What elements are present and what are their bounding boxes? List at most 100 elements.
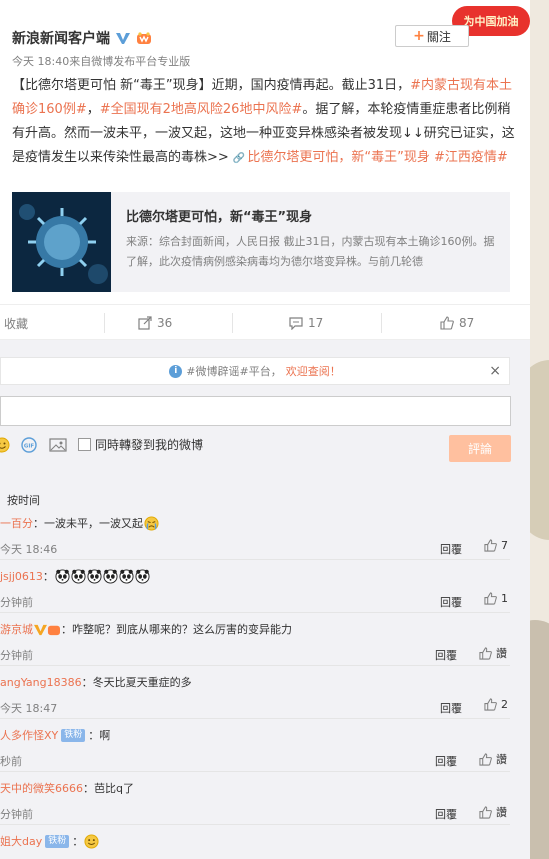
comment-row: 天中的微笑6666 ：芭比q了 分钟前 回覆 讚 — [0, 772, 510, 825]
like-button[interactable]: 87 — [440, 305, 474, 341]
post-meta: 今天 18:40来自微博发布平台专业版 — [12, 55, 191, 68]
image-icon[interactable] — [49, 437, 67, 453]
comment-line: jsjj0613： — [0, 568, 150, 584]
thumbs-up-icon — [484, 592, 497, 605]
comment-username[interactable]: 天中的微笑6666 — [0, 780, 83, 796]
close-icon[interactable]: × — [489, 363, 501, 379]
thumbs-up-icon — [484, 698, 497, 711]
panda-emoji-icon — [119, 568, 134, 584]
repost-checkbox-label: 同時轉發到我的微博 — [95, 438, 204, 452]
verified-icon — [116, 33, 130, 44]
comment-count: 17 — [308, 316, 324, 330]
comment-time: 分钟前 — [0, 596, 33, 609]
reply-button[interactable]: 回覆 — [435, 647, 457, 663]
comment-like-count: 讚 — [496, 806, 507, 819]
panda-emoji-icon — [55, 568, 70, 584]
divider — [232, 313, 233, 333]
comment-text: ：芭比q了 — [83, 782, 134, 795]
comment-like-count: 2 — [501, 698, 508, 711]
reply-button[interactable]: 回覆 — [435, 753, 457, 769]
follow-label: 關注 — [426, 29, 451, 44]
comment-text: ：啊 — [88, 729, 111, 742]
repost-button[interactable]: 36 — [138, 305, 172, 341]
submit-comment-button[interactable]: 評論 — [449, 435, 511, 462]
favorite-button[interactable]: 收藏 — [4, 305, 28, 341]
comment-line: 天中的微笑6666 ：芭比q了 — [0, 780, 134, 796]
comment-like-button[interactable]: 2 — [484, 698, 508, 711]
comment-like-button[interactable]: 讚 — [479, 804, 507, 820]
follow-button[interactable]: + 關注 — [395, 25, 469, 47]
reply-button[interactable]: 回覆 — [440, 594, 462, 610]
virus-thumbnail — [12, 192, 111, 292]
post-author: 新浪新闻客户端 — [12, 28, 152, 48]
smile-emoji-icon — [84, 833, 99, 849]
comment-username[interactable]: 一百分 — [0, 515, 33, 531]
comment-time: 今天 18:46 — [0, 543, 58, 556]
comment-like-button[interactable]: 1 — [484, 592, 508, 605]
link-card-title: 比德尔塔更可怕，新“毒王”现身 — [126, 210, 313, 225]
comment-like-count: 1 — [501, 592, 508, 605]
link-card-desc: 来源：综合封面新闻，人民日报 截止31日，内蒙古现有本土确诊160例。据了解，此… — [126, 235, 495, 268]
comment-username[interactable]: 人多作怪XY — [0, 727, 58, 743]
comment-time: 分钟前 — [0, 649, 33, 662]
comment-line: 游京城 ：咋整呢？到底从哪来的？这么厉害的变异能力 — [0, 621, 292, 637]
comment-like-button[interactable]: 7 — [484, 539, 508, 552]
info-icon: i — [169, 364, 183, 378]
rumor-notice: i #微博辟谣#平台， 欢迎查阅！ × — [0, 357, 510, 385]
comment-username[interactable]: 姐大day — [0, 833, 42, 849]
comment-row: angYang18386 ：冬天比夏天重症的多 今天 18:47 回覆 2 — [0, 666, 510, 719]
comment-button[interactable]: 17 — [289, 305, 323, 341]
post-text: ， — [86, 102, 100, 117]
weibo-post-card: 为中国加油 新浪新闻客户端 今天 18:40来自微博发布平台专业版 + 關注 【… — [0, 0, 530, 859]
hashtag[interactable]: #江西疫情# — [434, 150, 508, 165]
repost-count: 36 — [157, 316, 173, 330]
comment-line: 姐大day 铁粉： — [0, 833, 99, 849]
comment-like-count: 7 — [501, 539, 508, 552]
comment-like-count: 讚 — [496, 753, 507, 766]
post-body: 【比德尔塔更可怕 新“毒王”现身】近期，国内疫情再起。截止31日，#内蒙古现有本… — [12, 74, 517, 171]
comment-username[interactable]: 游京城 — [0, 621, 33, 637]
author-name[interactable]: 新浪新闻客户端 — [12, 28, 110, 48]
comment-icon — [289, 317, 303, 330]
favorite-label: 收藏 — [4, 316, 29, 331]
comment-row: 姐大day 铁粉： — [0, 825, 510, 859]
divider — [104, 313, 105, 333]
comment-row: 人多作怪XY 铁粉 ：啊 秒前 回覆 讚 — [0, 719, 510, 772]
hashtag[interactable]: #全国现有2地高风险26地中风险# — [100, 102, 303, 117]
comment-line: 一百分 ：一波未平，一波又起 — [0, 515, 159, 531]
reply-button[interactable]: 回覆 — [440, 541, 462, 557]
comment-row: 一百分 ：一波未平，一波又起 今天 18:46 回覆 7 — [0, 507, 510, 560]
post-link[interactable]: 比德尔塔更可怕，新“毒王”现身 — [247, 150, 429, 165]
comment-username[interactable]: jsjj0613 — [0, 570, 43, 583]
gif-icon[interactable]: GIF — [21, 437, 37, 453]
panda-emoji-icon — [87, 568, 102, 584]
comment-line: angYang18386 ：冬天比夏天重症的多 — [0, 674, 192, 690]
vip-crown-icon — [137, 32, 151, 44]
checkbox-box[interactable] — [78, 438, 91, 451]
crying-emoji-icon — [144, 515, 159, 531]
sort-by-time[interactable]: 按时间 — [7, 492, 40, 508]
comment-toolbar: GIF 同時轉發到我的微博 — [0, 434, 520, 458]
repost-checkbox[interactable]: 同時轉發到我的微博 — [78, 436, 203, 453]
thumbs-up-icon — [479, 752, 492, 766]
reply-button[interactable]: 回覆 — [440, 700, 462, 716]
notice-link[interactable]: 欢迎查阅！ — [286, 363, 341, 379]
panda-emoji-icon — [71, 568, 86, 584]
emoji-icon[interactable] — [0, 437, 10, 453]
vip-badge-icon — [34, 624, 60, 635]
comment-line: 人多作怪XY 铁粉 ：啊 — [0, 727, 110, 743]
comment-like-button[interactable]: 讚 — [479, 751, 507, 767]
svg-text:GIF: GIF — [24, 444, 35, 450]
comment-time: 秒前 — [0, 755, 22, 768]
comment-text: ：冬天比夏天重症的多 — [81, 676, 192, 689]
notice-text: #微博辟谣#平台， — [186, 365, 282, 378]
comment-time: 今天 18:47 — [0, 702, 58, 715]
link-preview-card[interactable]: 比德尔塔更可怕，新“毒王”现身 来源：综合封面新闻，人民日报 截止31日，内蒙古… — [12, 192, 510, 292]
comment-text: ： — [42, 570, 54, 583]
comment-input[interactable] — [0, 396, 511, 426]
comment-like-button[interactable]: 讚 — [479, 645, 507, 661]
comment-row: 游京城 ：咋整呢？到底从哪来的？这么厉害的变异能力 分钟前 回覆 讚 — [0, 613, 510, 666]
comment-username[interactable]: angYang18386 — [0, 676, 82, 689]
thumbs-up-icon — [479, 805, 492, 819]
reply-button[interactable]: 回覆 — [435, 806, 457, 822]
